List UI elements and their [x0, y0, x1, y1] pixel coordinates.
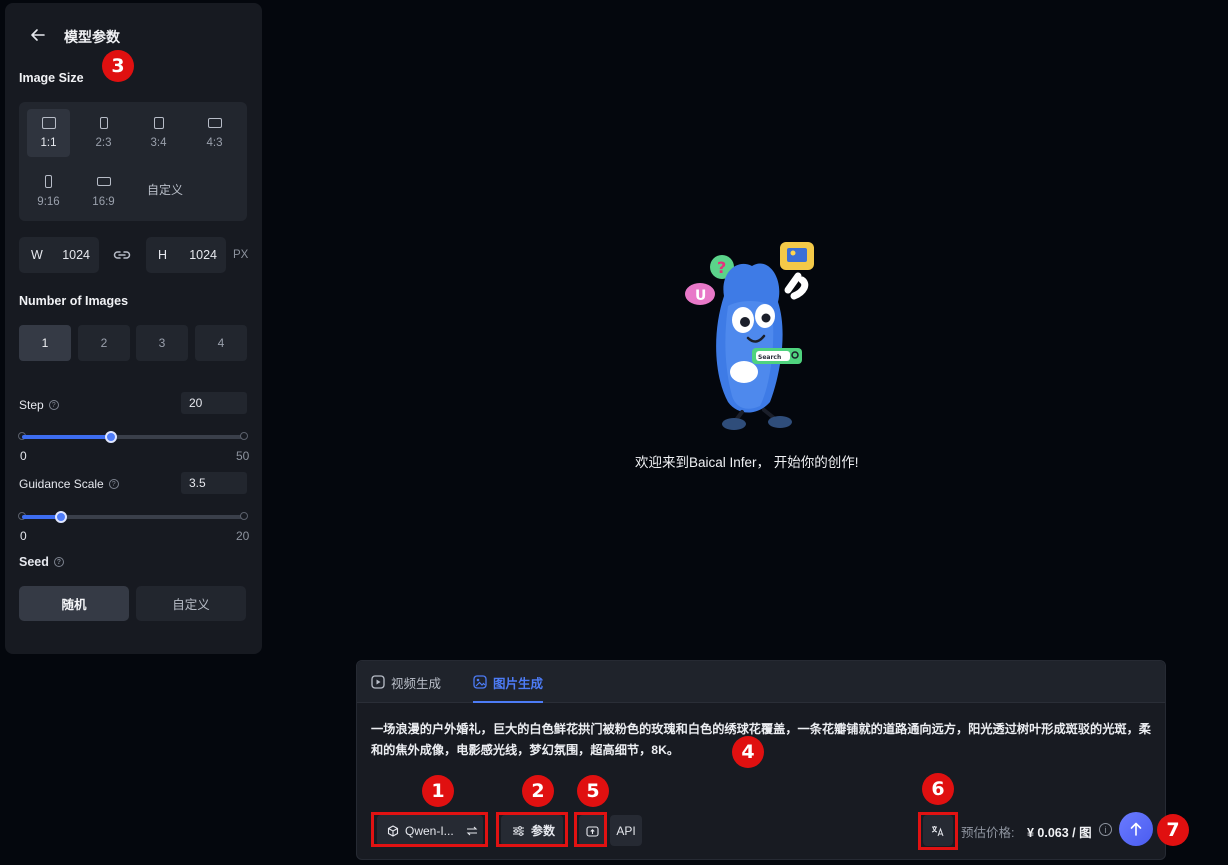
generation-tabs: 视频生成 图片生成 — [357, 661, 1165, 703]
portrait-ratio-icon — [45, 175, 52, 188]
image-icon — [473, 675, 487, 689]
seed-random-button[interactable]: 随机 — [19, 586, 129, 621]
step-slider-thumb[interactable] — [104, 431, 117, 443]
svg-text:?: ? — [717, 258, 726, 277]
annotation-box-6 — [918, 812, 958, 850]
panel-title: 模型参数 — [64, 29, 120, 45]
step-min: 0 — [20, 449, 27, 463]
annotation-badge-7: 7 — [1157, 814, 1189, 846]
image-size-options: 1:1 2:3 3:4 4:3 9:16 16:9 自定义 — [19, 102, 247, 221]
num-images-2[interactable]: 2 — [78, 325, 130, 361]
step-input[interactable]: 20 — [181, 392, 247, 414]
ratio-16-9[interactable]: 16:9 — [82, 167, 125, 215]
arrow-up-icon — [1130, 822, 1142, 836]
width-field[interactable]: W 1024 — [19, 237, 99, 273]
link-aspect-icon[interactable] — [112, 247, 132, 263]
seed-label-group: Seed ? — [19, 555, 64, 569]
annotation-badge-3: 3 — [102, 50, 134, 82]
ratio-2-3[interactable]: 2:3 — [82, 109, 125, 157]
annotation-box-2 — [496, 812, 568, 847]
ratio-4-3[interactable]: 4:3 — [193, 109, 236, 157]
price-label: 预估价格: — [961, 826, 1015, 840]
video-icon — [371, 675, 385, 689]
step-label-group: Step ? — [19, 398, 59, 412]
annotation-badge-6: 6 — [922, 773, 954, 805]
ratio-1-1[interactable]: 1:1 — [27, 109, 70, 157]
price-value: ¥ 0.063 / 图 — [1027, 826, 1092, 840]
step-max: 50 — [236, 449, 250, 463]
square-ratio-icon — [41, 117, 56, 129]
annotation-badge-4: 4 — [732, 736, 764, 768]
portrait-ratio-icon — [153, 117, 164, 129]
num-images-4[interactable]: 4 — [195, 325, 247, 361]
welcome-message: 欢迎来到Baical Infer， 开始你的创作! — [635, 455, 859, 470]
guidance-input[interactable]: 3.5 — [181, 472, 247, 494]
guidance-max: 20 — [236, 529, 250, 543]
api-button[interactable]: API — [610, 815, 642, 846]
annotation-box-1 — [371, 812, 488, 847]
back-arrow-icon[interactable] — [30, 27, 46, 43]
seed-custom-button[interactable]: 自定义 — [136, 586, 246, 621]
guidance-slider-thumb[interactable] — [54, 511, 67, 523]
number-of-images-label: Number of Images — [19, 294, 129, 308]
image-size-label: Image Size — [19, 71, 84, 85]
portrait-ratio-icon — [99, 117, 108, 129]
guidance-slider[interactable] — [18, 511, 248, 523]
mascot-illustration: ? U Search — [685, 242, 814, 430]
panel-header: 模型参数 — [5, 3, 262, 67]
height-field[interactable]: H 1024 — [146, 237, 226, 273]
custom-ratio-option[interactable]: 自定义 — [147, 181, 183, 198]
help-icon[interactable]: ? — [108, 479, 119, 489]
step-slider-fill — [22, 435, 111, 439]
tab-video-generation[interactable]: 视频生成 — [371, 661, 441, 703]
ratio-9-16[interactable]: 9:16 — [27, 167, 70, 215]
tab-image-generation[interactable]: 图片生成 — [473, 661, 544, 703]
annotation-badge-5: 5 — [577, 775, 609, 807]
step-slider[interactable] — [18, 431, 248, 443]
num-images-3[interactable]: 3 — [136, 325, 188, 361]
help-icon[interactable]: ? — [53, 557, 64, 567]
help-icon[interactable]: ? — [48, 400, 59, 410]
svg-text:Search: Search — [758, 354, 781, 361]
guidance-min: 0 — [20, 529, 27, 543]
svg-text:U: U — [695, 288, 706, 304]
model-params-panel: 模型参数 Image Size 1:1 2:3 3:4 4:3 9:16 16:… — [5, 3, 262, 654]
annotation-badge-2: 2 — [522, 775, 554, 807]
annotation-badge-1: 1 — [422, 775, 454, 807]
landscape-ratio-icon — [96, 177, 111, 186]
unit-label: PX — [233, 249, 249, 261]
ratio-3-4[interactable]: 3:4 — [137, 109, 180, 157]
landscape-ratio-icon — [207, 118, 222, 128]
num-images-1[interactable]: 1 — [19, 325, 71, 361]
info-icon[interactable]: i — [1099, 823, 1112, 836]
annotation-box-5 — [574, 812, 607, 847]
guidance-label-group: Guidance Scale ? — [19, 477, 119, 491]
send-button[interactable] — [1119, 812, 1153, 846]
